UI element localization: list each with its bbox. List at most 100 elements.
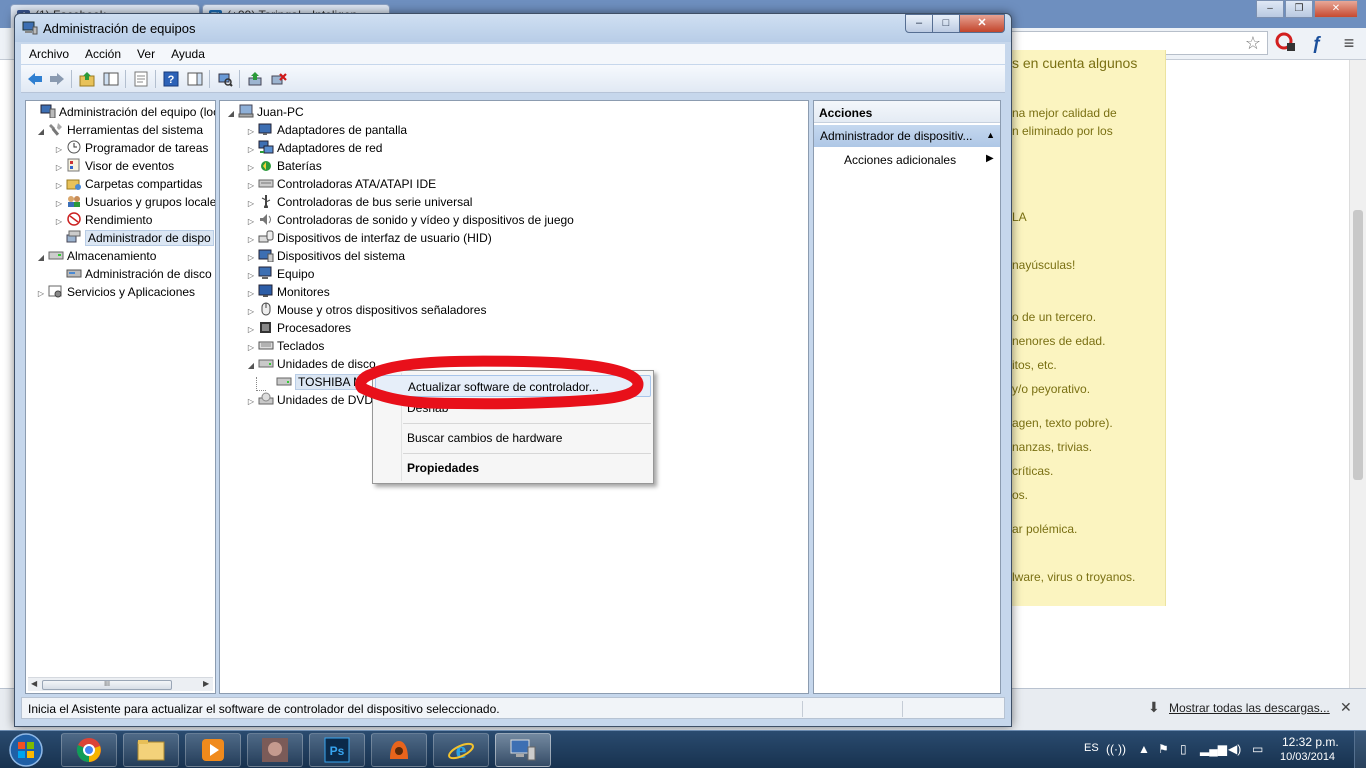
browser-menu-icon[interactable]: ≡ (1338, 32, 1360, 54)
device-manager-icon (66, 230, 81, 243)
console-tree-item[interactable]: ▷ Carpetas compartidas (54, 175, 202, 193)
start-button[interactable] (4, 732, 48, 768)
device-category[interactable]: ▷ Teclados (246, 337, 324, 355)
menu-ayuda[interactable]: Ayuda (163, 47, 213, 61)
device-category[interactable]: ▷ Mouse y otros dispositivos señaladores (246, 301, 486, 319)
device-category[interactable]: ▷ Dispositivos del sistema (246, 247, 405, 265)
menu-item-update-driver[interactable]: Actualizar software de controlador... (375, 375, 651, 397)
scroll-left-arrow-icon[interactable]: ◀ (31, 679, 37, 688)
menu-archivo[interactable]: Archivo (21, 47, 77, 61)
uninstall-button[interactable] (269, 69, 289, 89)
browser-scrollbar[interactable] (1349, 60, 1366, 688)
device-category[interactable]: ▷ Monitores (246, 283, 330, 301)
device-category[interactable]: ▷ Adaptadores de pantalla (246, 121, 407, 139)
console-tree-item[interactable]: Administración del equipo (loc (28, 103, 215, 121)
downloads-close-icon[interactable]: ✕ (1340, 699, 1352, 716)
console-tree-item[interactable]: ◢ Almacenamiento (36, 247, 156, 265)
browser-scroll-thumb[interactable] (1353, 210, 1363, 480)
horizontal-scrollbar[interactable]: ◀ III ▶ (28, 677, 213, 691)
help-button[interactable]: ? (161, 69, 181, 89)
maximize-button[interactable]: □ (933, 14, 960, 33)
device-category[interactable]: ▷ Baterías (246, 157, 322, 175)
extension-icon[interactable]: ƒ (1306, 32, 1328, 54)
taskbar-internet-explorer[interactable]: e (433, 733, 489, 767)
close-button[interactable]: ✕ (960, 14, 1005, 33)
extension-opera-icon[interactable] (1274, 32, 1296, 54)
device-category[interactable]: ▷ Unidades de DVD (246, 391, 373, 409)
taskbar-chrome[interactable] (61, 733, 117, 767)
clock-date[interactable]: 10/03/2014 (1280, 751, 1335, 763)
scroll-right-arrow-icon[interactable]: ▶ (203, 679, 209, 688)
device-category[interactable]: ▷ Dispositivos de interfaz de usuario (HI… (246, 229, 492, 247)
browser-close-button[interactable]: ✕ (1314, 0, 1358, 18)
scroll-thumb[interactable]: III (42, 680, 172, 690)
console-tree-item[interactable]: ◢ Herramientas del sistema (36, 121, 203, 139)
collapse-triangle-icon[interactable]: ▲ (986, 130, 995, 140)
device-category[interactable]: ▷ Adaptadores de red (246, 139, 382, 157)
browser-minimize-button[interactable]: – (1256, 0, 1284, 18)
device-category[interactable]: ▷ Procesadores (246, 319, 351, 337)
console-tree-item[interactable]: ▷ Usuarios y grupos locale (54, 193, 215, 211)
volume-icon[interactable]: ◀) (1228, 742, 1241, 756)
forward-button[interactable] (47, 69, 67, 89)
device-tree-root[interactable]: ◢ Juan-PC (226, 103, 304, 121)
device-category[interactable]: ▷ Controladoras de sonido y vídeo y dispo… (246, 211, 574, 229)
taskbar-media-player[interactable] (185, 733, 241, 767)
menu-accion[interactable]: Acción (77, 47, 129, 61)
action-center-flag-icon[interactable]: ⚑ (1158, 742, 1169, 756)
more-actions-item[interactable]: Acciones adicionales (844, 153, 956, 167)
expand-triangle-icon[interactable]: ▷ (36, 285, 46, 303)
collapse-triangle-icon[interactable]: ◢ (36, 249, 46, 267)
toolbar-separator (155, 70, 156, 88)
properties-button[interactable] (131, 69, 151, 89)
expand-triangle-icon[interactable]: ▷ (246, 393, 256, 411)
battery-icon[interactable]: ▭ (1252, 742, 1263, 756)
power-icon[interactable]: ▯ (1180, 742, 1187, 756)
minimize-button[interactable]: – (905, 14, 933, 33)
device-category[interactable]: ◢ Unidades de disco (246, 355, 376, 373)
device-category[interactable]: ▷ Controladoras de bus serie universal (246, 193, 472, 211)
taskbar-photoshop[interactable]: Ps (309, 733, 365, 767)
up-level-button[interactable] (77, 69, 97, 89)
browser-maximize-button[interactable]: ❐ (1285, 0, 1313, 18)
toolbar: ? (21, 65, 1005, 93)
show-desktop-button[interactable] (1354, 731, 1366, 768)
console-tree-item[interactable]: Administrador de dispo (54, 229, 214, 247)
wireless-icon[interactable]: ((·)) (1106, 742, 1126, 756)
device-category[interactable]: ▷ Equipo (246, 265, 314, 283)
show-hide-tree-button[interactable] (101, 69, 121, 89)
menu-ver[interactable]: Ver (129, 47, 163, 61)
show-all-downloads-link[interactable]: Mostrar todas las descargas... (1169, 701, 1330, 715)
console-tree-item[interactable]: Administración de disco (54, 265, 212, 283)
menu-item-properties[interactable]: Propiedades (375, 457, 651, 479)
taskbar-photo[interactable] (247, 733, 303, 767)
device-item[interactable]: TOSHIBA M (264, 373, 367, 391)
bookmark-star-icon[interactable]: ☆ (1242, 32, 1264, 54)
hid-icon (258, 230, 274, 243)
taskbar-computer-management[interactable] (495, 733, 551, 767)
console-tree-item[interactable]: ▷ Rendimiento (54, 211, 152, 229)
show-hidden-icons-icon[interactable]: ▲ (1138, 742, 1150, 756)
console-tree-label: Carpetas compartidas (85, 177, 203, 191)
update-driver-button[interactable] (245, 69, 265, 89)
clock-time[interactable]: 12:32 p.m. (1282, 735, 1339, 749)
device-category[interactable]: ▷ Controladoras ATA/ATAPI IDE (246, 175, 436, 193)
collapse-triangle-icon[interactable]: ◢ (226, 105, 236, 123)
show-hide-action-pane-button[interactable] (185, 69, 205, 89)
scan-hardware-button[interactable] (215, 69, 235, 89)
collapse-triangle-icon[interactable]: ◢ (36, 123, 46, 141)
language-indicator[interactable]: ES (1084, 742, 1099, 754)
collapse-triangle-icon[interactable]: ◢ (246, 357, 256, 375)
title-bar[interactable]: Administración de equipos – □ ✕ (15, 14, 1011, 42)
network-signal-icon[interactable]: ▂▄▆ (1200, 742, 1227, 756)
console-tree-item[interactable]: ▷ Visor de eventos (54, 157, 174, 175)
menu-item-scan-hardware[interactable]: Buscar cambios de hardware (375, 427, 651, 449)
console-tree-item[interactable]: ▷ Servicios y Aplicaciones (36, 283, 195, 301)
download-arrow-icon: ⬇ (1148, 699, 1160, 715)
console-tree-item[interactable]: ▷ Programador de tareas (54, 139, 208, 157)
back-button[interactable] (25, 69, 45, 89)
actions-section-device-manager[interactable]: Administrador de dispositiv... ▲ (814, 125, 1000, 147)
taskbar-app[interactable] (371, 733, 427, 767)
menu-item-disable[interactable]: Deshab (375, 397, 651, 419)
taskbar-explorer[interactable] (123, 733, 179, 767)
